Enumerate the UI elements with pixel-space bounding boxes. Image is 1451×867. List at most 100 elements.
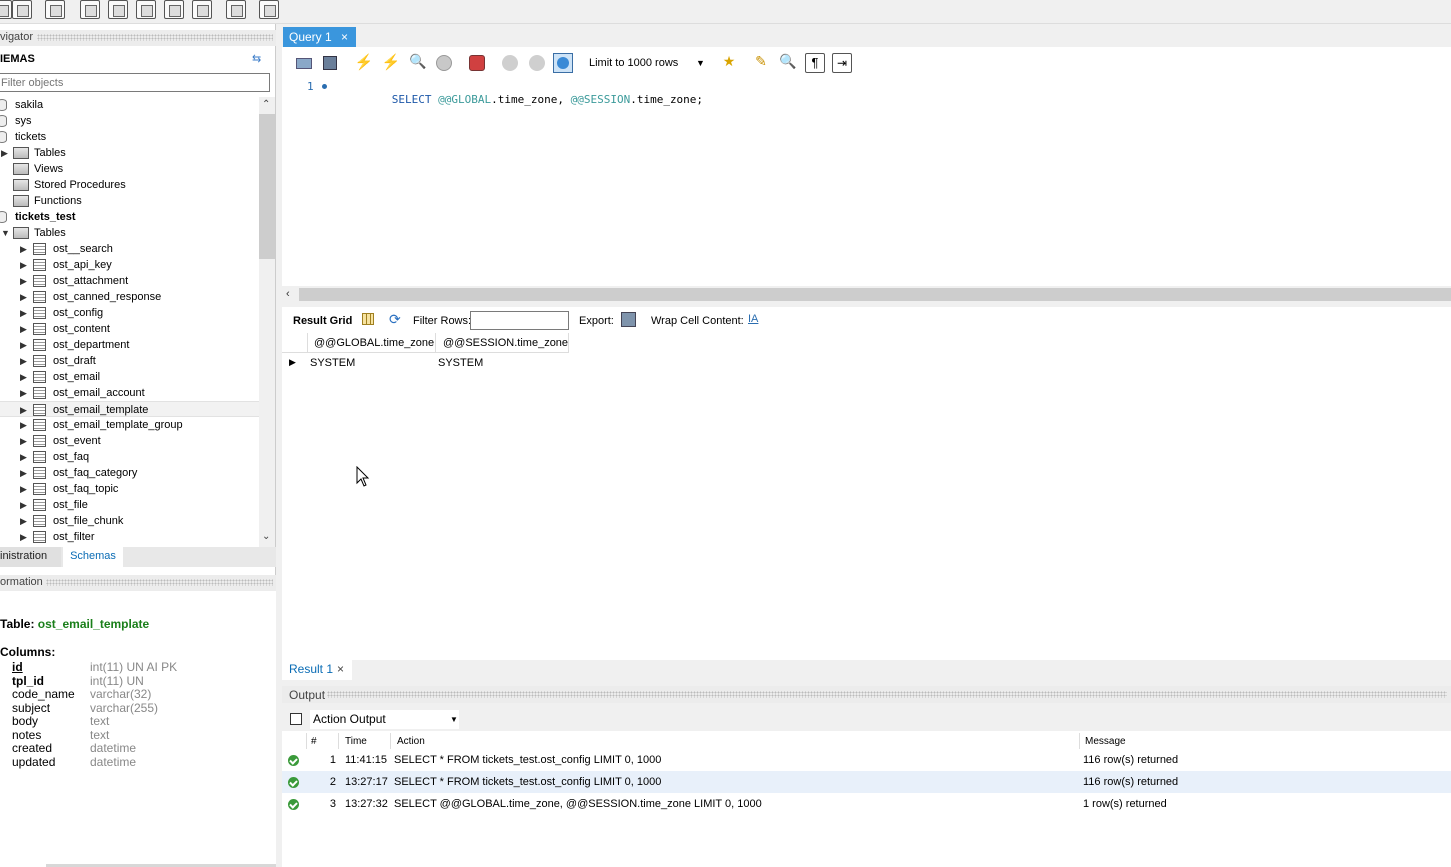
tab-query-1[interactable]: Query 1 × [283,27,356,47]
execute-current-icon[interactable]: ⚡ [381,53,401,73]
expanded-arrow-icon[interactable]: ▼ [1,225,10,241]
refresh-icon[interactable]: ⟳ [389,311,401,328]
collapsed-arrow-icon[interactable]: ▶ [20,449,27,465]
open-sql-script-icon[interactable] [12,0,32,19]
table-item[interactable]: ▶ ost_filter [0,529,259,545]
grid-header-session[interactable]: @@SESSION.time_zone [436,333,569,353]
new-sql-tab-icon[interactable] [0,0,12,19]
table-item[interactable]: ▶ ost_faq_category [0,465,259,481]
table-item[interactable]: ▶ ost_api_key [0,257,259,273]
collapsed-arrow-icon[interactable]: ▶ [20,305,27,321]
collapsed-arrow-icon[interactable]: ▶ [20,465,27,481]
collapsed-arrow-icon[interactable]: ▶ [20,241,27,257]
wrap-cell-icon[interactable]: IA [748,313,758,325]
create-view-icon[interactable] [136,0,156,19]
scroll-down-icon[interactable]: ⌄ [262,531,270,542]
table-item[interactable]: ▶ ost_email_account [0,385,259,401]
save-icon[interactable] [320,53,340,73]
output-row[interactable]: 2 13:27:17 SELECT * FROM tickets_test.ost_… [282,771,1451,793]
sql-editor[interactable]: 1 SELECT @@GLOBAL.time_zone, @@SESSION.t… [282,74,1451,286]
create-function-icon[interactable] [192,0,212,19]
collapsed-arrow-icon[interactable]: ▶ [20,353,27,369]
rollback-icon[interactable] [527,53,547,73]
tree-scrollbar[interactable]: ⌃ ⌄ [259,97,275,547]
tree-item[interactable]: Stored Procedures [0,177,259,193]
table-item[interactable]: ▶ ost_draft [0,353,259,369]
toggle-error-icon[interactable] [467,53,487,73]
execute-icon[interactable]: ⚡ [354,53,374,73]
grid-cell-session[interactable]: SYSTEM [438,355,569,371]
commit-icon[interactable] [500,53,520,73]
table-item[interactable]: ▶ ost__search [0,241,259,257]
search-table-data-icon[interactable] [226,0,246,19]
autocommit-icon[interactable] [553,53,573,73]
collapsed-arrow-icon[interactable]: ▶ [20,369,27,385]
collapsed-arrow-icon[interactable]: ▶ [20,321,27,337]
add-snippet-icon[interactable]: ★ [719,53,739,73]
tab-schemas[interactable]: Schemas [63,547,123,567]
table-item[interactable]: ▶ ost_faq [0,449,259,465]
editor-hscroll[interactable]: ‹ [282,287,1451,302]
schemas-refresh-icon[interactable]: ⇆ [252,52,261,65]
wrap-lines-icon[interactable]: ⇥ [832,53,852,73]
output-row[interactable]: 3 13:27:32 SELECT @@GLOBAL.time_zone, @@SE… [282,793,1451,815]
collapsed-arrow-icon[interactable]: ▶ [20,337,27,353]
explain-icon[interactable]: 🔍 [408,53,428,73]
col-divider[interactable] [306,733,307,749]
row-pointer-icon[interactable]: ▶ [289,357,296,368]
table-item[interactable]: ▶ ost_file_chunk [0,513,259,529]
table-item[interactable]: ▶ ost_canned_response [0,289,259,305]
col-divider[interactable] [390,733,391,749]
create-table-icon[interactable] [108,0,128,19]
table-item[interactable]: ▶ ost_event [0,433,259,449]
grid-header-global[interactable]: @@GLOBAL.time_zone [308,333,436,353]
collapsed-arrow-icon[interactable]: ▶ [20,385,27,401]
tree-item[interactable]: tickets_test [0,209,259,225]
tree-item[interactable]: sys [0,113,259,129]
table-item[interactable]: ▶ ost_department [0,337,259,353]
tab-result-1[interactable]: Result 1 × [282,660,352,680]
collapsed-arrow-icon[interactable]: ▶ [20,417,27,433]
table-item[interactable]: ▶ ost_file [0,497,259,513]
tab-administration[interactable]: inistration [0,547,61,567]
hscroll-thumb[interactable] [299,288,1451,301]
collapsed-arrow-icon[interactable]: ▶ [20,529,27,545]
tree-item[interactable]: Views [0,161,259,177]
invisible-chars-icon[interactable]: ¶ [805,53,825,73]
tree-item[interactable]: Functions [0,193,259,209]
scroll-thumb[interactable] [259,114,275,259]
tree-item[interactable]: sakila [0,97,259,113]
collapsed-arrow-icon[interactable]: ▶ [20,481,27,497]
result-grid-tab[interactable]: Result Grid [293,315,352,327]
inspector-icon[interactable] [45,0,65,19]
beautify-icon[interactable]: ✎ [751,53,771,73]
tree-item[interactable]: tickets [0,129,259,145]
find-icon[interactable]: 🔍 [778,53,798,73]
collapsed-arrow-icon[interactable]: ▶ [20,273,27,289]
create-procedure-icon[interactable] [164,0,184,19]
limit-rows-select[interactable]: Limit to 1000 rows ▼ [586,53,708,73]
information-drag-handle[interactable] [46,579,273,586]
navigator-drag-handle[interactable] [37,34,273,41]
table-item[interactable]: ▶ ost_faq_topic [0,481,259,497]
close-icon[interactable]: × [341,30,348,44]
create-schema-icon[interactable] [80,0,100,19]
tree-item[interactable]: ▶ Tables [0,145,259,161]
grid-cell-global[interactable]: SYSTEM [310,355,436,371]
table-item[interactable]: ▶ ost_config [0,305,259,321]
collapsed-arrow-icon[interactable]: ▶ [20,433,27,449]
scroll-up-icon[interactable]: ⌃ [262,99,270,110]
output-type-select[interactable]: Action Output ▼ [310,710,459,729]
output-row[interactable]: 1 11:41:15 SELECT * FROM tickets_test.ost_… [282,749,1451,771]
collapsed-arrow-icon[interactable]: ▶ [20,513,27,529]
stop-icon[interactable] [434,53,454,73]
table-item[interactable]: ▶ ost_email_template [0,401,259,417]
collapsed-arrow-icon[interactable]: ▶ [20,497,27,513]
chevron-down-icon[interactable]: ▼ [696,53,705,73]
collapsed-arrow-icon[interactable]: ▶ [20,289,27,305]
tree-item[interactable]: ▼ Tables [0,225,259,241]
copy-icon[interactable] [290,713,302,725]
output-drag-handle[interactable] [327,691,1447,698]
collapsed-arrow-icon[interactable]: ▶ [20,257,27,273]
scroll-left-icon[interactable]: ‹ [286,288,290,300]
